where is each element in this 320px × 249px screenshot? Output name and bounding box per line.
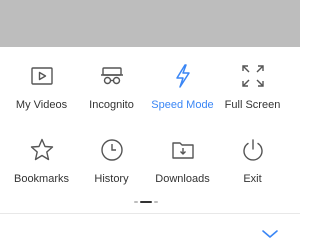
page-indicator (0, 200, 300, 204)
page-dot[interactable] (134, 201, 138, 203)
menu-item-bookmarks[interactable]: Bookmarks (4, 137, 79, 201)
clock-icon (99, 137, 125, 163)
menu-item-label: Incognito (89, 99, 134, 111)
menu-item-downloads[interactable]: Downloads (145, 137, 220, 201)
menu-item-incognito[interactable]: Incognito (74, 63, 149, 127)
menu-item-label: History (94, 173, 129, 185)
video-icon (29, 63, 55, 89)
menu-item-label: Speed Mode (151, 99, 214, 111)
divider (0, 213, 300, 214)
menu-item-exit[interactable]: Exit (215, 137, 290, 201)
page-dot[interactable] (154, 201, 158, 203)
menu-item-speed-mode[interactable]: Speed Mode (145, 63, 220, 127)
menu-item-history[interactable]: History (74, 137, 149, 201)
menu-item-label: Full Screen (224, 99, 281, 111)
page-dot-active[interactable] (140, 201, 152, 203)
power-icon (240, 137, 266, 163)
dimmed-backdrop[interactable] (0, 0, 300, 47)
menu-item-label: Exit (243, 173, 262, 185)
menu-item-label: Downloads (155, 173, 210, 185)
menu-item-label: Bookmarks (13, 173, 70, 185)
menu-item-my-videos[interactable]: My Videos (4, 63, 79, 127)
menu-item-full-screen[interactable]: Full Screen (215, 63, 290, 127)
fullscreen-icon (240, 63, 266, 89)
incognito-icon (99, 63, 125, 89)
lightning-icon (170, 63, 196, 89)
download-folder-icon (170, 137, 196, 163)
menu-sheet: My Videos Incognito Speed Mode Full Scre… (0, 47, 300, 249)
star-icon (29, 137, 55, 163)
menu-item-label: My Videos (15, 99, 68, 111)
chevron-down-icon (260, 224, 280, 244)
collapse-menu-button[interactable] (260, 224, 280, 244)
